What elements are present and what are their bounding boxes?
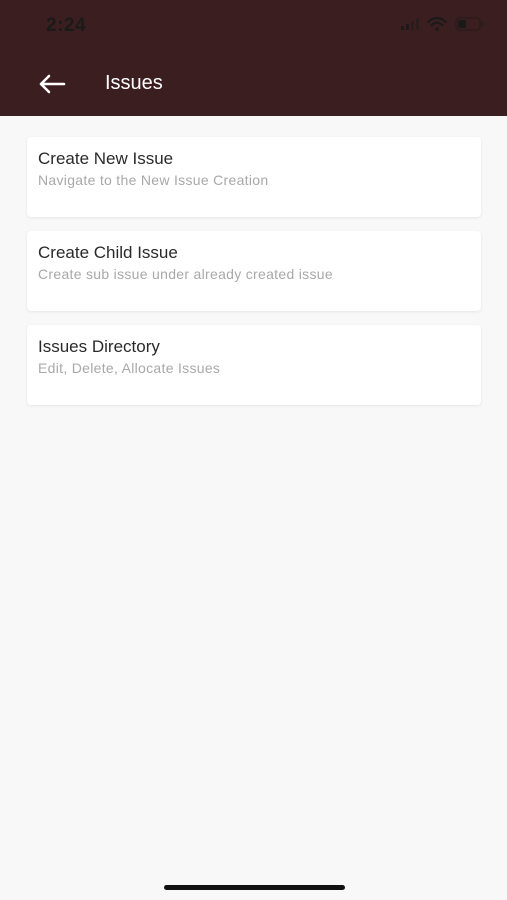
issues-screen: 2:24 Issues Create New Issue Navigate to… [0, 0, 507, 900]
card-title: Create Child Issue [38, 243, 178, 262]
card-subtitle: Create sub issue under already created i… [38, 266, 333, 282]
back-button[interactable] [30, 66, 74, 102]
arrow-left-icon [38, 74, 66, 94]
status-time: 2:24 [46, 15, 87, 36]
page-title: Issues [105, 72, 163, 94]
status-icons [401, 16, 485, 31]
card-title: Issues Directory [38, 337, 160, 356]
cellular-signal-icon [401, 18, 419, 30]
battery-icon [455, 17, 485, 31]
card-subtitle: Navigate to the New Issue Creation [38, 172, 269, 188]
menu-list: Create New Issue Navigate to the New Iss… [27, 137, 481, 419]
create-new-issue-card[interactable]: Create New Issue Navigate to the New Iss… [27, 137, 481, 217]
home-indicator[interactable] [164, 885, 345, 890]
app-header: 2:24 Issues [0, 0, 507, 116]
issues-directory-card[interactable]: Issues Directory Edit, Delete, Allocate … [27, 325, 481, 405]
wifi-icon [426, 16, 448, 31]
create-child-issue-card[interactable]: Create Child Issue Create sub issue unde… [27, 231, 481, 311]
card-subtitle: Edit, Delete, Allocate Issues [38, 360, 221, 376]
card-title: Create New Issue [38, 149, 174, 168]
